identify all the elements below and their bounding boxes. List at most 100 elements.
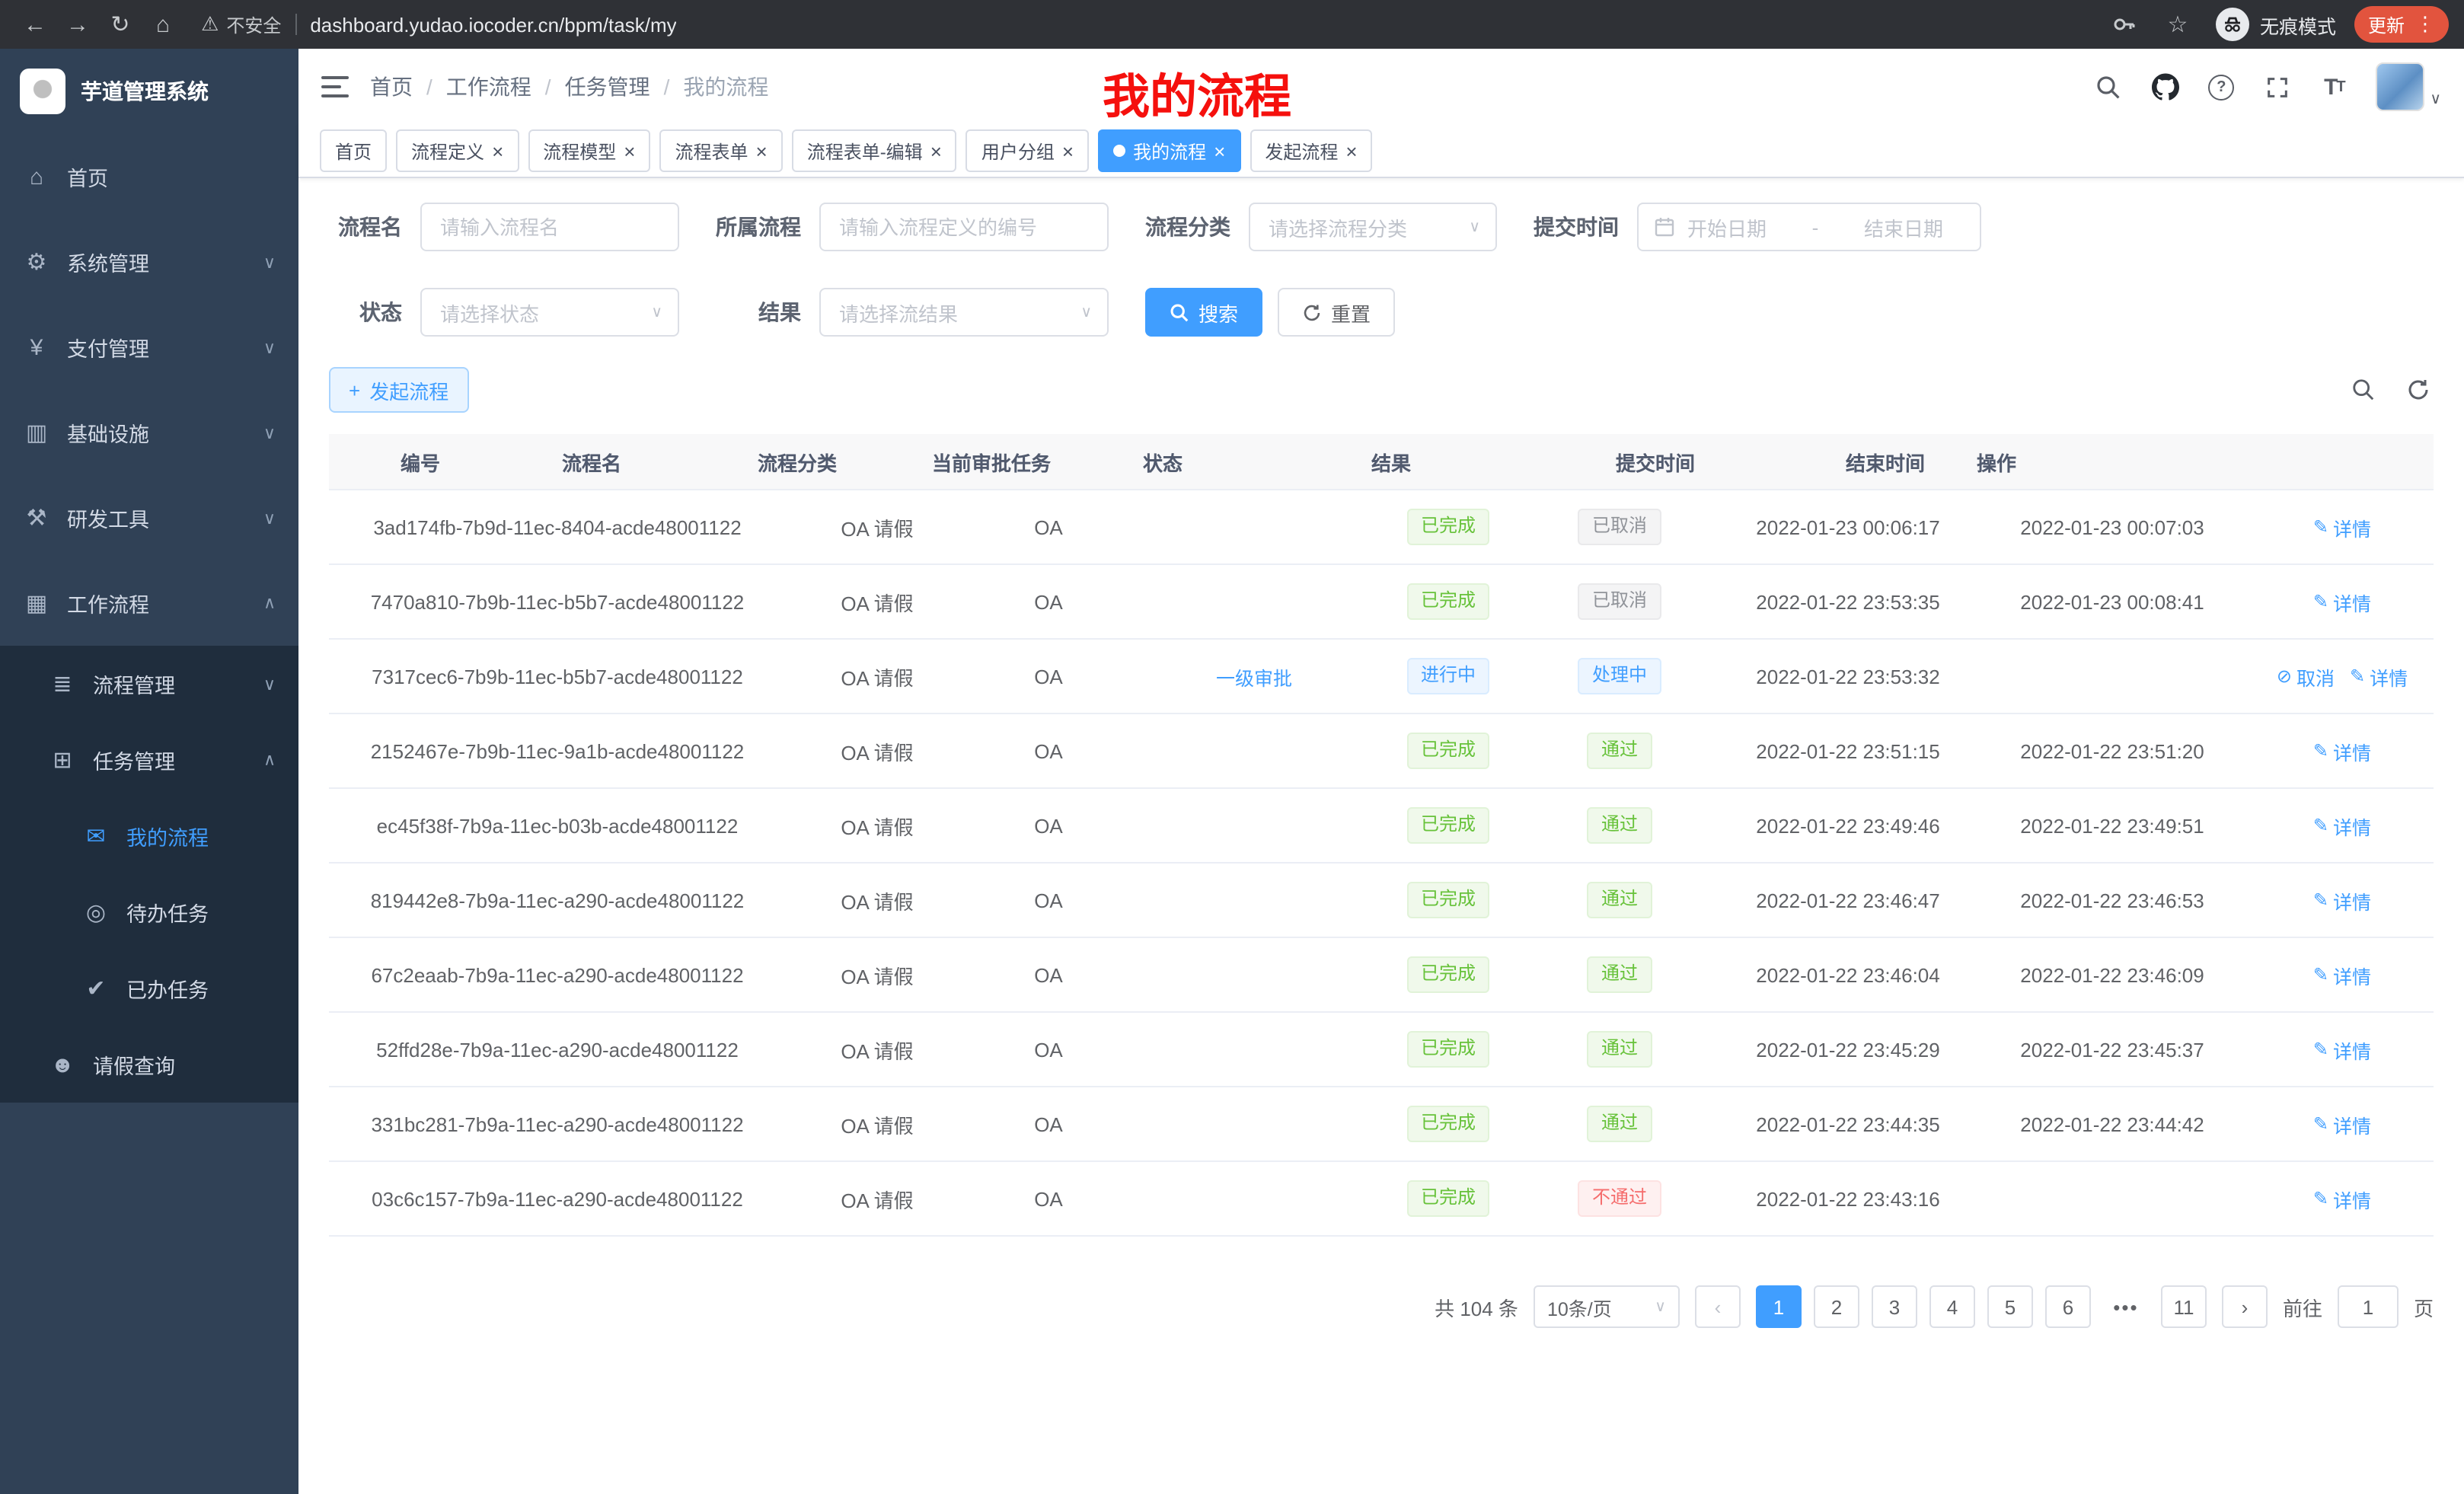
start-date-placeholder: 开始日期 xyxy=(1687,212,1767,241)
cell-process-name: OA 请假 xyxy=(786,662,969,691)
prev-page-button[interactable]: ‹ xyxy=(1695,1285,1741,1328)
column-header: 结果 xyxy=(1266,447,1517,476)
sidebar-item[interactable]: ⚙ 系统管理 ∨ xyxy=(0,219,298,305)
edit-icon: ✎ xyxy=(2313,815,2328,836)
close-icon[interactable]: × xyxy=(1062,141,1074,161)
tab-label: 首页 xyxy=(335,138,372,164)
status-select[interactable]: 请选择状态 ∨ xyxy=(420,288,679,337)
tab[interactable]: 流程模型 × xyxy=(528,129,650,172)
breadcrumb-item[interactable]: 我的流程 xyxy=(683,72,768,102)
detail-link[interactable]: ✎ 详情 xyxy=(2313,960,2371,989)
detail-link[interactable]: ✎ 详情 xyxy=(2313,587,2371,616)
detail-link[interactable]: ✎ 详情 xyxy=(2313,886,2371,915)
tab[interactable]: 发起流程 × xyxy=(1250,129,1372,172)
cell-id: 03c6c157-7b9a-11ec-a290-acde48001122 xyxy=(329,1187,786,1210)
search-icon[interactable] xyxy=(2093,72,2124,102)
refresh-icon[interactable] xyxy=(2403,375,2434,405)
tab[interactable]: 流程定义 × xyxy=(396,129,519,172)
close-icon[interactable]: × xyxy=(756,141,768,161)
cell-end-time: 2022-01-22 23:44:42 xyxy=(1974,1113,2251,1135)
breadcrumb-item[interactable]: 工作流程 xyxy=(446,72,531,102)
sidebar-subitem[interactable]: ⊞ 任务管理 ∨ xyxy=(0,722,298,798)
security-status[interactable]: ⚠ 不安全 xyxy=(201,11,281,37)
close-icon[interactable]: × xyxy=(930,141,942,161)
incognito-label: 无痕模式 xyxy=(2260,10,2336,39)
edit-icon: ✎ xyxy=(2313,740,2328,761)
tab[interactable]: 流程表单-编辑 × xyxy=(792,129,957,172)
toggle-search-icon[interactable] xyxy=(2348,375,2379,405)
url-text[interactable]: dashboard.yudao.iocoder.cn/bpm/task/my xyxy=(310,13,676,36)
close-icon[interactable]: × xyxy=(624,141,635,161)
status-label: 状态 xyxy=(329,297,402,327)
menu-icon: ⚙ xyxy=(23,248,50,276)
close-icon[interactable]: × xyxy=(492,141,503,161)
sidebar-subitem[interactable]: ≣ 流程管理 ∨ xyxy=(0,646,298,722)
back-icon[interactable]: ← xyxy=(15,5,55,44)
page-button[interactable]: 11 xyxy=(2161,1285,2207,1328)
page-button[interactable]: 5 xyxy=(1987,1285,2033,1328)
sidebar-item[interactable]: ⚒ 研发工具 ∨ xyxy=(0,475,298,560)
close-icon[interactable]: × xyxy=(1345,141,1357,161)
tab[interactable]: 流程表单 × xyxy=(659,129,782,172)
cell-id: 67c2eaab-7b9a-11ec-a290-acde48001122 xyxy=(329,963,786,986)
search-button[interactable]: 搜索 xyxy=(1145,288,1262,337)
detail-link[interactable]: ✎ 详情 xyxy=(2313,1109,2371,1138)
cancel-link[interactable]: ⊘ 取消 xyxy=(2277,662,2335,691)
github-icon[interactable] xyxy=(2150,72,2180,102)
detail-link[interactable]: ✎ 详情 xyxy=(2313,736,2371,765)
sidebar-item[interactable]: ▦ 工作流程 ∨ xyxy=(0,560,298,646)
total-count: 共 104 条 xyxy=(1435,1292,1518,1321)
detail-link[interactable]: ✎ 详情 xyxy=(2313,512,2371,541)
page-button[interactable]: 3 xyxy=(1872,1285,1917,1328)
font-size-icon[interactable]: TT xyxy=(2319,72,2349,102)
detail-link[interactable]: ✎ 详情 xyxy=(2350,662,2408,691)
page-button[interactable]: 4 xyxy=(1929,1285,1975,1328)
page-button[interactable]: ••• xyxy=(2103,1285,2149,1328)
browser-home-icon[interactable]: ⌂ xyxy=(143,5,183,44)
goto-page-input[interactable] xyxy=(2338,1285,2399,1328)
page-size-select[interactable]: 10条/页 ∨ xyxy=(1534,1285,1680,1328)
tab[interactable]: 首页 xyxy=(320,129,387,172)
result-select[interactable]: 请选择流结果 ∨ xyxy=(819,288,1109,337)
detail-link[interactable]: ✎ 详情 xyxy=(2313,811,2371,840)
page-button[interactable]: 1 xyxy=(1756,1285,1802,1328)
forward-icon[interactable]: → xyxy=(58,5,97,44)
page-button[interactable]: 2 xyxy=(1814,1285,1859,1328)
sidebar-subitem[interactable]: ◎ 待办任务 xyxy=(0,874,298,950)
tab[interactable]: 用户分组 × xyxy=(966,129,1089,172)
app-logo[interactable]: 芋道管理系统 xyxy=(0,49,298,134)
current-task-link[interactable]: 一级审批 xyxy=(1216,662,1292,691)
next-page-button[interactable]: › xyxy=(2222,1285,2268,1328)
key-icon[interactable] xyxy=(2109,9,2140,40)
chevron-down-icon: ∨ xyxy=(1655,1298,1666,1315)
browser-menu-icon[interactable]: ⋮ xyxy=(2415,12,2435,37)
detail-link[interactable]: ✎ 详情 xyxy=(2313,1184,2371,1213)
sidebar-item[interactable]: ⌂ 首页 xyxy=(0,134,298,219)
sidebar-subitem[interactable]: ✔ 已办任务 xyxy=(0,950,298,1026)
breadcrumb-item[interactable]: 首页 xyxy=(370,72,413,102)
sidebar-item[interactable]: ¥ 支付管理 ∨ xyxy=(0,305,298,390)
close-icon[interactable]: × xyxy=(1214,141,1225,161)
create-process-button[interactable]: + 发起流程 xyxy=(329,367,468,413)
category-select[interactable]: 请选择流程分类 ∨ xyxy=(1249,203,1497,251)
detail-link[interactable]: ✎ 详情 xyxy=(2313,1035,2371,1064)
reset-button[interactable]: 重置 xyxy=(1278,288,1395,337)
breadcrumb-item[interactable]: 任务管理 xyxy=(565,72,650,102)
sidebar-subitem[interactable]: ✉ 我的流程 xyxy=(0,798,298,874)
fullscreen-icon[interactable] xyxy=(2262,72,2293,102)
sidebar-item[interactable]: ▥ 基础设施 ∨ xyxy=(0,390,298,475)
user-menu[interactable]: ∨ xyxy=(2375,62,2441,111)
process-definition-input[interactable] xyxy=(819,203,1109,251)
submit-time-range-picker[interactable]: 开始日期 - 结束日期 xyxy=(1637,203,1981,251)
reload-icon[interactable]: ↻ xyxy=(101,5,140,44)
collapse-sidebar-icon[interactable] xyxy=(321,76,349,97)
tab[interactable]: 我的流程 × xyxy=(1098,129,1240,172)
help-icon[interactable]: ? xyxy=(2206,72,2236,102)
process-name-input[interactable] xyxy=(420,203,679,251)
update-button[interactable]: 更新 ⋮ xyxy=(2354,6,2449,43)
sidebar-subitem[interactable]: ☻ 请假查询 xyxy=(0,1026,298,1103)
address-bar[interactable]: ⚠ 不安全 dashboard.yudao.iocoder.cn/bpm/tas… xyxy=(201,11,2091,37)
page-button[interactable]: 6 xyxy=(2045,1285,2091,1328)
bookmark-star-icon[interactable]: ☆ xyxy=(2158,5,2197,44)
status-badge: 已完成 xyxy=(1407,1031,1489,1068)
